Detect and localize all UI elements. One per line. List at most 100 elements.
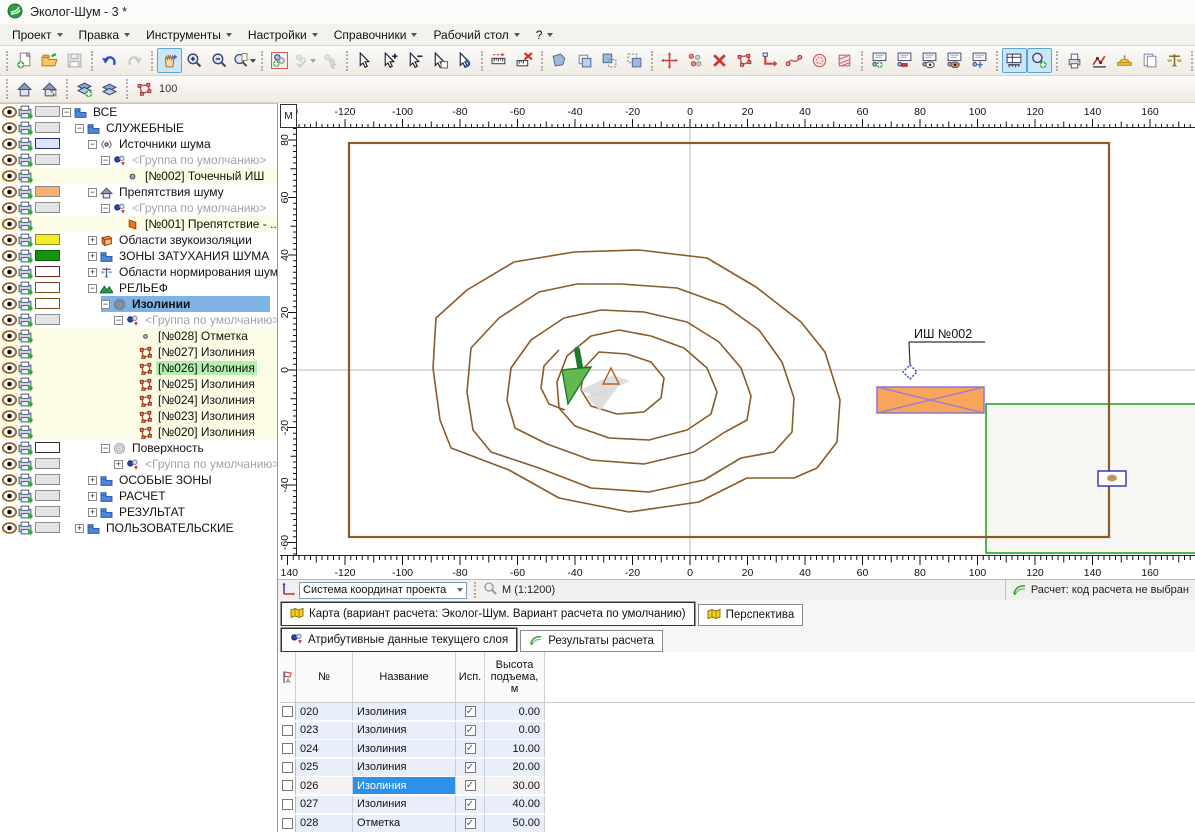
visibility-eye-icon[interactable]: [2, 106, 17, 118]
tree-item-label[interactable]: Области звукоизоляции: [117, 233, 254, 247]
tree-expander[interactable]: +: [88, 252, 97, 261]
tree-expander[interactable]: −: [75, 124, 84, 133]
tree-item-label[interactable]: [№028] Отметка: [156, 329, 250, 343]
visibility-eye-icon[interactable]: [2, 506, 17, 518]
menu-item-help[interactable]: ?: [528, 26, 562, 44]
layer-color-swatch[interactable]: [35, 298, 60, 309]
visibility-eye-icon[interactable]: [2, 170, 17, 182]
poly-intersect-icon[interactable]: [572, 48, 597, 73]
tree-item-label[interactable]: ОСОБЫЕ ЗОНЫ: [117, 473, 214, 487]
print-layer-icon[interactable]: [18, 249, 33, 263]
tree-row[interactable]: −Поверхность: [0, 440, 278, 456]
print-layer-icon[interactable]: [18, 265, 33, 279]
visibility-eye-icon[interactable]: [2, 154, 17, 166]
normative-icon[interactable]: [1162, 48, 1187, 73]
tree-row[interactable]: −<Группа по умолчанию>: [0, 200, 278, 216]
noise-source-callout[interactable]: ИШ №002: [903, 327, 985, 379]
menu-item-правка[interactable]: Правка: [71, 26, 139, 44]
tree-item-label[interactable]: <Группа по умолчанию>: [130, 153, 268, 167]
print-layer-icon[interactable]: [18, 505, 33, 519]
visibility-eye-icon[interactable]: [2, 522, 17, 534]
print-layer-icon[interactable]: [18, 297, 33, 311]
print-layer-icon[interactable]: [18, 185, 33, 199]
tree-row[interactable]: − ВСЕ: [0, 104, 278, 120]
tree-expander[interactable]: +: [88, 492, 97, 501]
name-cell[interactable]: Отметка: [353, 815, 456, 832]
remove-from-selection-icon[interactable]: [402, 48, 427, 73]
tree-item-label[interactable]: ЗОНЫ ЗАТУХАНИЯ ШУМА: [117, 249, 271, 263]
select-in-layer-icon[interactable]: [427, 48, 452, 73]
visibility-eye-icon[interactable]: [2, 122, 17, 134]
report-icon[interactable]: [1137, 48, 1162, 73]
tree-item-label[interactable]: [№020] Изолиния: [156, 425, 257, 439]
table-row[interactable]: 020Изолиния✓0.00: [280, 703, 1195, 721]
used-checkbox[interactable]: ✓: [465, 725, 476, 736]
zoom-selection-icon[interactable]: [1027, 48, 1052, 73]
tree-row[interactable]: −РЕЛЬЕФ: [0, 280, 278, 296]
layer-color-swatch[interactable]: [35, 202, 60, 213]
poly-xor-icon[interactable]: [622, 48, 647, 73]
tree-expander[interactable]: +: [88, 236, 97, 245]
print-icon[interactable]: [1062, 48, 1087, 73]
name-cell[interactable]: Изолиния: [353, 703, 456, 721]
table-row[interactable]: 027Изолиния✓40.00: [280, 796, 1195, 814]
column-header[interactable]: №: [296, 652, 353, 702]
highlight-node-icon[interactable]: [942, 48, 967, 73]
print-layer-icon[interactable]: [18, 345, 33, 359]
data-tab-0[interactable]: Атрибутивные данные текущего слоя: [281, 628, 517, 652]
tree-row[interactable]: [№026] Изолиния: [0, 360, 278, 376]
print-layer-icon[interactable]: [18, 473, 33, 487]
delete-node-icon[interactable]: [892, 48, 917, 73]
layer-color-swatch[interactable]: [35, 442, 60, 453]
view-tab-1[interactable]: Перспектива: [698, 604, 804, 626]
print-layer-icon[interactable]: [18, 153, 33, 167]
tree-expander[interactable]: −: [62, 108, 71, 117]
tree-row[interactable]: [№020] Изолиния: [0, 424, 278, 440]
tree-row[interactable]: [№001] Препятствие - ...: [0, 216, 278, 232]
home-alt-icon[interactable]: [37, 77, 62, 102]
visibility-eye-icon[interactable]: [2, 282, 17, 294]
tree-row[interactable]: +РЕЗУЛЬТАТ: [0, 504, 278, 520]
tree-expander[interactable]: +: [88, 268, 97, 277]
tree-row[interactable]: −Источники шума: [0, 136, 278, 152]
tree-item-label[interactable]: РЕЛЬЕФ: [117, 281, 170, 295]
tree-row[interactable]: + Области звукоизоляции: [0, 232, 278, 248]
table-row[interactable]: 026Изолиния✓30.00: [280, 777, 1195, 795]
height-cell[interactable]: 0.00: [485, 703, 545, 721]
print-layer-icon[interactable]: [18, 121, 33, 135]
layer-color-swatch[interactable]: [35, 282, 60, 293]
visibility-eye-icon[interactable]: [2, 490, 17, 502]
print-layer-icon[interactable]: [18, 489, 33, 503]
row-checkbox[interactable]: [282, 706, 293, 717]
tree-item-label[interactable]: ВСЕ: [91, 105, 119, 119]
used-checkbox[interactable]: ✓: [465, 762, 476, 773]
tree-item-label[interactable]: [№025] Изолиния: [156, 377, 257, 391]
tree-expander[interactable]: −: [101, 444, 110, 453]
print-layer-icon[interactable]: [18, 105, 33, 119]
hatch-region-icon[interactable]: [832, 48, 857, 73]
add-node-icon[interactable]: [867, 48, 892, 73]
tree-expander[interactable]: −: [114, 316, 123, 325]
table-row[interactable]: 023Изолиния✓0.00: [280, 722, 1195, 740]
print-layer-icon[interactable]: [18, 441, 33, 455]
layer-color-swatch[interactable]: [35, 458, 60, 469]
zoom-extent-icon[interactable]: [232, 48, 257, 73]
print-layer-icon[interactable]: [18, 217, 33, 231]
row-checkbox[interactable]: [282, 818, 293, 829]
tree-row[interactable]: −Изолинии: [0, 296, 278, 312]
tree-row[interactable]: + ЗОНЫ ЗАТУХАНИЯ ШУМА: [0, 248, 278, 264]
visibility-eye-icon[interactable]: [2, 202, 17, 214]
layer-color-swatch[interactable]: [35, 186, 60, 197]
move-object-icon[interactable]: [657, 48, 682, 73]
source-diamond-marker[interactable]: [903, 365, 917, 379]
visibility-eye-icon[interactable]: [2, 218, 17, 230]
tree-item-label[interactable]: [№001] Препятствие - ...: [143, 217, 278, 231]
number-cell[interactable]: 020: [296, 703, 353, 721]
tree-row[interactable]: [№027] Изолиния: [0, 344, 278, 360]
column-header[interactable]: Название: [353, 652, 456, 702]
height-cell[interactable]: 10.00: [485, 740, 545, 758]
menu-item-проект[interactable]: Проект: [4, 26, 71, 44]
tree-expander[interactable]: −: [88, 140, 97, 149]
layer-color-swatch[interactable]: [35, 234, 60, 245]
number-cell[interactable]: 023: [296, 722, 353, 740]
